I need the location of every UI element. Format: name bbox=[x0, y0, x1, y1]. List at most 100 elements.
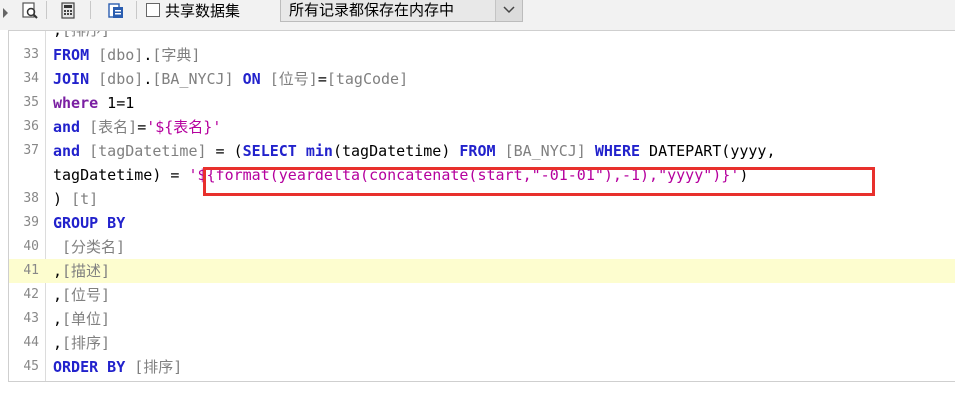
line-number: 38 bbox=[23, 191, 39, 206]
code-line[interactable]: tagDatetime) = '${format(yeardelta(conca… bbox=[9, 163, 955, 187]
code-text: and [tagDatetime] = (SELECT min(tagDatet… bbox=[53, 139, 776, 163]
share-dataset-option[interactable]: 共享数据集 bbox=[146, 0, 240, 20]
code-line[interactable]: 42 ,[位号] bbox=[9, 283, 955, 307]
export-icon[interactable] bbox=[104, 0, 128, 22]
code-token: FROM bbox=[53, 46, 90, 64]
code-token: , bbox=[53, 334, 63, 352]
code-token: [t] bbox=[71, 190, 99, 208]
code-token: [字典] bbox=[152, 46, 201, 64]
code-token: [BA_NYCJ] bbox=[504, 142, 586, 160]
code-line[interactable]: 43 ,[单位] bbox=[9, 307, 955, 331]
code-line[interactable]: 33 FROM [dbo].[字典] bbox=[9, 43, 955, 67]
memory-mode-value: 所有记录都保存在内存中 bbox=[289, 1, 455, 19]
code-token: = ( bbox=[206, 142, 243, 160]
code-token: (tagDatetime) bbox=[332, 142, 460, 160]
code-token: , bbox=[53, 262, 63, 280]
code-line[interactable]: 37 and [tagDatetime] = (SELECT min(tagDat… bbox=[9, 139, 955, 163]
code-token: , bbox=[53, 310, 63, 328]
line-number: 42 bbox=[23, 287, 39, 302]
code-token: and bbox=[53, 118, 81, 136]
code-token: [排序] bbox=[62, 334, 111, 352]
code-token: ) bbox=[53, 190, 72, 208]
code-token: 1=1 bbox=[98, 94, 135, 112]
code-token: DATEPART(yyyy, bbox=[640, 142, 776, 160]
code-text: ORDER BY [排序] bbox=[53, 355, 182, 379]
status-strip bbox=[0, 382, 955, 403]
toolbar: 共享数据集 所有记录都保存在内存中 bbox=[0, 0, 955, 30]
code-token: [排序] bbox=[134, 358, 183, 376]
code-token: [dbo] bbox=[98, 46, 144, 64]
code-token: [单位] bbox=[62, 310, 111, 328]
code-text: ) [t] bbox=[53, 187, 98, 211]
code-token: . bbox=[143, 46, 153, 64]
code-text: and [表名]='${表名}' bbox=[53, 115, 221, 139]
code-token: , bbox=[53, 286, 63, 304]
memory-mode-select[interactable]: 所有记录都保存在内存中 bbox=[280, 0, 523, 22]
code-text: [分类名] bbox=[53, 235, 125, 259]
sql-editor[interactable]: ,[排序] 33 FROM [dbo].[字典] 34 JOIN [dbo].[BA_… bbox=[8, 30, 955, 382]
code-token: ) bbox=[739, 166, 749, 184]
share-dataset-label: 共享数据集 bbox=[165, 1, 241, 20]
code-token: WHERE bbox=[594, 142, 641, 160]
code-token: [位号] bbox=[62, 286, 111, 304]
code-text: ,[单位] bbox=[53, 307, 110, 331]
code-token: [BA_NYCJ] bbox=[152, 70, 234, 88]
share-dataset-checkbox[interactable] bbox=[146, 3, 160, 17]
code-token: . bbox=[143, 70, 153, 88]
code-token: '${表名}' bbox=[146, 118, 222, 136]
code-token: [dbo] bbox=[98, 70, 144, 88]
line-number: 35 bbox=[23, 95, 39, 110]
code-text: GROUP BY bbox=[53, 211, 125, 235]
code-line[interactable]: 45 ORDER BY [排序] bbox=[9, 355, 955, 379]
code-token: GROUP BY bbox=[53, 214, 126, 232]
toolbar-expand-arrow-icon[interactable] bbox=[3, 8, 8, 18]
code-text: where 1=1 bbox=[53, 91, 134, 115]
toolbar-separator bbox=[90, 1, 91, 19]
line-number: 41 bbox=[23, 263, 39, 278]
code-line[interactable]: 41 ,[描述] bbox=[9, 259, 955, 283]
code-token: [位号] bbox=[269, 70, 318, 88]
code-text: JOIN [dbo].[BA_NYCJ] ON [位号]=[tagCode] bbox=[53, 67, 408, 91]
code-line[interactable]: 35 where 1=1 bbox=[9, 91, 955, 115]
calculator-icon[interactable] bbox=[56, 0, 80, 22]
code-token: ON bbox=[242, 70, 261, 88]
code-line[interactable]: 39 GROUP BY bbox=[9, 211, 955, 235]
code-line[interactable]: 38) [t] bbox=[9, 187, 955, 211]
line-number: 45 bbox=[23, 359, 39, 374]
dropdown-button[interactable] bbox=[495, 0, 522, 21]
line-number: 40 bbox=[23, 239, 39, 254]
code-token: [分类名] bbox=[62, 238, 126, 256]
toolbar-separator bbox=[136, 1, 137, 19]
code-token: and bbox=[53, 142, 81, 160]
line-number: 39 bbox=[23, 215, 39, 230]
line-number: 33 bbox=[23, 47, 39, 62]
code-text: FROM [dbo].[字典] bbox=[53, 43, 200, 67]
code-token: where bbox=[53, 94, 99, 112]
code-token: = bbox=[137, 118, 147, 136]
code-token: SELECT bbox=[242, 142, 297, 160]
line-number: 43 bbox=[23, 311, 39, 326]
code-token: tagDatetime) = bbox=[53, 166, 189, 184]
chevron-down-icon bbox=[503, 5, 515, 13]
code-line[interactable]: 34 JOIN [dbo].[BA_NYCJ] ON [位号]=[tagCode] bbox=[9, 67, 955, 91]
code-line[interactable]: 40 [分类名] bbox=[9, 235, 955, 259]
toolbar-separator bbox=[46, 1, 47, 19]
code-line-partial: ,[排序] bbox=[53, 30, 111, 39]
code-line[interactable]: 44 ,[排序] bbox=[9, 331, 955, 355]
code-token: ORDER BY bbox=[53, 358, 126, 376]
code-token: [表名] bbox=[89, 118, 138, 136]
preview-icon[interactable] bbox=[18, 0, 42, 22]
code-line[interactable]: 36 and [表名]='${表名}' bbox=[9, 115, 955, 139]
code-token: min bbox=[305, 142, 333, 160]
code-text: ,[描述] bbox=[53, 259, 110, 283]
code-token: [tagDatetime] bbox=[89, 142, 207, 160]
line-number: 36 bbox=[23, 119, 39, 134]
